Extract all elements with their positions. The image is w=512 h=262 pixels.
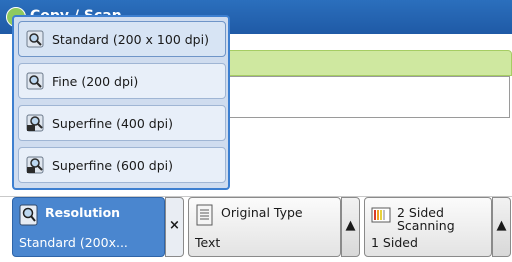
option-label: Superfine (600 dpi) [52,158,174,173]
magnifier-icon [19,204,38,226]
magnifier-icon [26,72,44,90]
original-type-expand-button[interactable]: ▲ [341,197,360,257]
option-superfine-400[interactable]: Superfine (400 dpi) [18,105,226,141]
arrow-up-icon: ▲ [496,218,507,233]
resolution-value: Standard (200x... [19,235,128,250]
magnifier-icon [26,30,44,48]
magnifier-400-icon [26,114,44,132]
document-icon [196,204,213,226]
option-label: Superfine (400 dpi) [52,116,174,131]
resolution-button[interactable]: Resolution Standard (200x... [12,197,165,257]
original-type-button[interactable]: Original Type Text [188,197,341,257]
option-standard[interactable]: Standard (200 x 100 dpi) [18,21,226,57]
two-sided-title: 2 Sided Scanning [397,205,455,233]
display-field [228,76,510,118]
arrow-up-icon: ▲ [345,218,356,233]
original-type-title: Original Type [221,205,303,220]
original-type-value: Text [195,235,221,250]
close-resolution-button[interactable]: × [165,197,184,257]
option-superfine-600[interactable]: Superfine (600 dpi) [18,147,226,183]
option-fine[interactable]: Fine (200 dpi) [18,63,226,99]
two-sided-value: 1 Sided [371,235,418,250]
resolution-popup: Standard (200 x 100 dpi) Fine (200 dpi) … [12,15,230,190]
two-sided-scanning-button[interactable]: 2 Sided Scanning 1 Sided [364,197,492,257]
close-icon: × [169,218,180,233]
two-sided-expand-button[interactable]: ▲ [492,197,511,257]
option-label: Standard (200 x 100 dpi) [52,32,209,47]
two-sided-icon [371,207,391,223]
resolution-title: Resolution [45,205,121,220]
magnifier-600-icon [26,156,44,174]
option-label: Fine (200 dpi) [52,74,139,89]
